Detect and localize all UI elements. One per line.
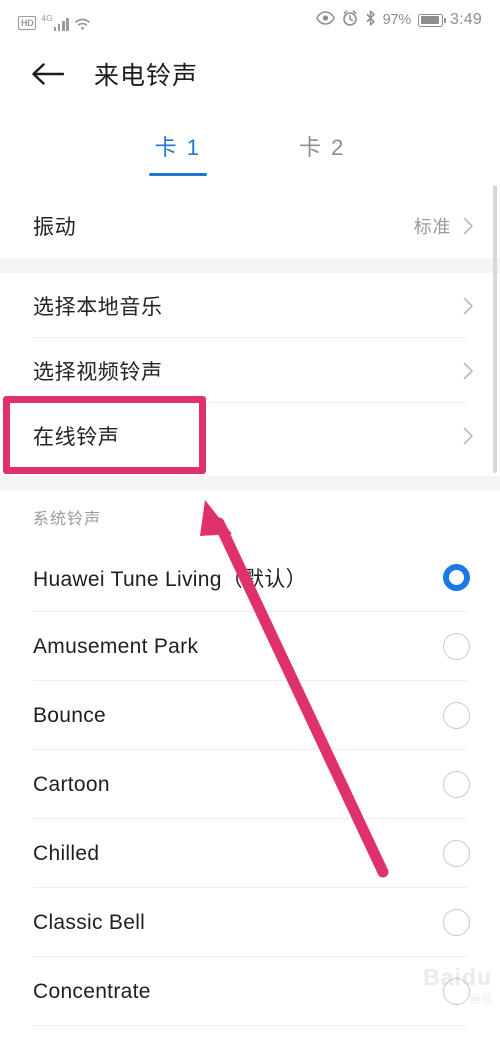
row-label: 在线铃声 [33, 425, 120, 449]
status-bar-right: 97% 3:49 [315, 9, 482, 31]
battery-icon [418, 13, 447, 27]
vertical-scrollbar[interactable] [493, 185, 497, 473]
system-ringtones-header: 系统铃声 [33, 511, 102, 528]
tab-sim-2[interactable]: 卡 2 [291, 128, 353, 180]
ringtone-name: Classic Bell [33, 910, 146, 934]
radio-button[interactable] [443, 633, 470, 660]
row-value: 标准 [413, 216, 451, 237]
list-item[interactable]: Concentrate [0, 957, 500, 1026]
title-bar: 来电铃声 [0, 45, 500, 103]
list-item[interactable]: Cartoon [0, 750, 500, 819]
ringtone-name: Huawei Tune Living（默认） [33, 567, 307, 591]
eye-icon [315, 10, 335, 30]
list-item[interactable]: Huawei Tune Living（默认） [0, 543, 500, 612]
phone-screen: HD 4G 97% 3:49 来电铃声 卡 1 卡 2 振动 标准 选择本地音乐… [0, 0, 500, 1039]
sim-tabs: 卡 1 卡 2 [0, 128, 500, 180]
section-gap-2 [0, 476, 500, 490]
radio-button[interactable] [443, 702, 470, 729]
row-online-ringtone[interactable]: 在线铃声 [0, 403, 500, 468]
alarm-icon [342, 9, 358, 31]
clock-label: 3:49 [450, 11, 482, 28]
row-label: 选择本地音乐 [33, 295, 163, 319]
radio-button[interactable] [443, 771, 470, 798]
network-indicator: 4G [41, 12, 69, 31]
list-item[interactable]: Chilled [0, 819, 500, 888]
network-type-label: 4G [41, 12, 53, 23]
row-divider [33, 1025, 467, 1026]
wifi-icon [74, 17, 91, 31]
chevron-right-icon [463, 427, 474, 445]
page-title: 来电铃声 [94, 62, 199, 90]
chevron-right-icon [463, 362, 474, 380]
radio-button-selected[interactable] [443, 564, 470, 591]
settings-section-vibration: 振动 标准 [0, 193, 500, 258]
chevron-right-icon [463, 217, 474, 235]
tab-sim-1[interactable]: 卡 1 [147, 128, 209, 180]
chevron-right-icon [463, 297, 474, 315]
list-item[interactable]: Amusement Park [0, 612, 500, 681]
section-gap-1 [0, 258, 500, 273]
ringtone-name: Bounce [33, 703, 107, 727]
system-ringtones-list: Huawei Tune Living（默认） Amusement Park Bo… [0, 543, 500, 1039]
signal-bars-icon [53, 17, 69, 31]
bluetooth-icon [365, 9, 376, 31]
ringtone-name: Amusement Park [33, 634, 199, 658]
list-item[interactable]: Bounce [0, 681, 500, 750]
radio-button[interactable] [443, 840, 470, 867]
radio-button[interactable] [443, 978, 470, 1005]
battery-percent-label: 97% [382, 12, 412, 28]
status-bar: HD 4G 97% 3:49 [0, 0, 500, 40]
settings-section-sources: 选择本地音乐 选择视频铃声 在线铃声 [0, 273, 500, 480]
row-select-video-ringtone[interactable]: 选择视频铃声 [0, 338, 500, 403]
ringtone-name: Concentrate [33, 979, 151, 1003]
row-vibration[interactable]: 振动 标准 [0, 193, 500, 258]
ringtone-name: Cartoon [33, 772, 110, 796]
row-label: 选择视频铃声 [33, 360, 163, 384]
radio-button[interactable] [443, 909, 470, 936]
row-select-local-music[interactable]: 选择本地音乐 [0, 273, 500, 338]
status-bar-left: HD 4G [18, 9, 91, 31]
list-item[interactable]: Classic Bell [0, 888, 500, 957]
ringtone-name: Chilled [33, 841, 100, 865]
row-label: 振动 [33, 215, 77, 239]
hd-icon: HD [18, 16, 37, 30]
back-arrow-icon[interactable] [30, 61, 65, 87]
